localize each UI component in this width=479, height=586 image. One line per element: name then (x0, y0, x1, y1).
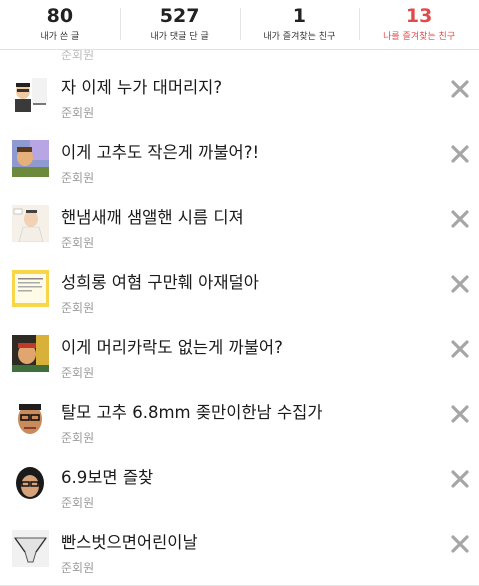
item-title: 이게 머리카락도 없는게 까불어? (61, 338, 283, 357)
list-item[interactable]: 6.9보면 즐찾 준회원 (0, 448, 479, 513)
item-title: 6.9보면 즐찾 (61, 468, 154, 487)
close-icon (451, 80, 469, 98)
item-title: 성희롱 여혐 구만훼 아재덜아 (61, 273, 259, 292)
item-author: 준회원 (61, 496, 95, 510)
friend-list: 자 이제 누가 대머리지? 준회원 이게 고추도 작은게 까불어?! 준회원 핸… (0, 58, 479, 578)
close-icon (451, 535, 469, 553)
list-item[interactable]: 탈모 고추 6.8mm 좆만이한남 수집가 준회원 (0, 383, 479, 448)
stat-favorited-by-friends[interactable]: 13 나를 즐겨찾는 친구 (359, 0, 479, 49)
remove-button[interactable] (450, 144, 470, 164)
stat-count: 13 (405, 5, 433, 27)
remove-button[interactable] (450, 339, 470, 359)
stat-my-favorite-friends[interactable]: 1 내가 즐겨찾는 친구 (239, 0, 360, 49)
item-title: 빤스벗으면어린이날 (61, 533, 198, 552)
stat-label: 나를 즐겨찾는 친구 (383, 32, 456, 42)
item-author: 준회원 (61, 236, 95, 250)
stat-label: 내가 즐겨찾는 친구 (263, 32, 336, 42)
stat-count: 527 (159, 5, 200, 27)
close-icon (451, 275, 469, 293)
avatar (12, 270, 49, 307)
stat-my-posts[interactable]: 80 내가 쓴 글 (0, 0, 120, 49)
item-title: 핸냄새깨 샘앨핸 시름 디져 (61, 208, 244, 227)
close-icon (451, 145, 469, 163)
close-icon (451, 340, 469, 358)
close-icon (451, 405, 469, 423)
close-icon (451, 210, 469, 228)
stat-count: 80 (46, 5, 74, 27)
avatar (12, 530, 49, 567)
stat-label: 내가 댓글 단 글 (150, 32, 209, 42)
stat-count: 1 (292, 5, 306, 27)
item-title: 이게 고추도 작은게 까불어?! (61, 143, 260, 162)
list-item[interactable]: 이게 고추도 작은게 까불어?! 준회원 (0, 123, 479, 188)
item-author: 준회원 (61, 301, 95, 315)
remove-button[interactable] (450, 469, 470, 489)
stat-label: 내가 쓴 글 (40, 32, 80, 42)
remove-button[interactable] (450, 404, 470, 424)
remove-button[interactable] (450, 534, 470, 554)
item-title: 자 이제 누가 대머리지? (61, 78, 223, 97)
list-item[interactable]: 빤스벗으면어린이날 준회원 (0, 513, 479, 578)
remove-button[interactable] (450, 79, 470, 99)
item-author: 준회원 (61, 431, 95, 445)
remove-button[interactable] (450, 274, 470, 294)
item-title: 탈모 고추 6.8mm 좆만이한남 수집가 (61, 403, 323, 422)
avatar (12, 75, 49, 112)
stat-my-comments[interactable]: 527 내가 댓글 단 글 (119, 0, 240, 49)
list-item[interactable]: 핸냄새깨 샘앨핸 시름 디져 준회원 (0, 188, 479, 253)
item-author: 준회원 (61, 366, 95, 380)
avatar (12, 335, 49, 372)
remove-button[interactable] (450, 209, 470, 229)
list-item[interactable]: 성희롱 여혐 구만훼 아재덜아 준회원 (0, 253, 479, 318)
list-item[interactable]: 이게 머리카락도 없는게 까불어? 준회원 (0, 318, 479, 383)
item-author: 준회원 (61, 106, 95, 120)
avatar (12, 205, 49, 242)
item-author: 준회원 (61, 171, 95, 185)
close-icon (451, 470, 469, 488)
avatar (12, 465, 49, 502)
item-author: 준회원 (61, 561, 95, 575)
list-item[interactable]: 자 이제 누가 대머리지? 준회원 (0, 58, 479, 123)
avatar (12, 400, 49, 437)
stats-bar: 80 내가 쓴 글 527 내가 댓글 단 글 1 내가 즐겨찾는 친구 13 … (0, 0, 479, 50)
avatar (12, 140, 49, 177)
